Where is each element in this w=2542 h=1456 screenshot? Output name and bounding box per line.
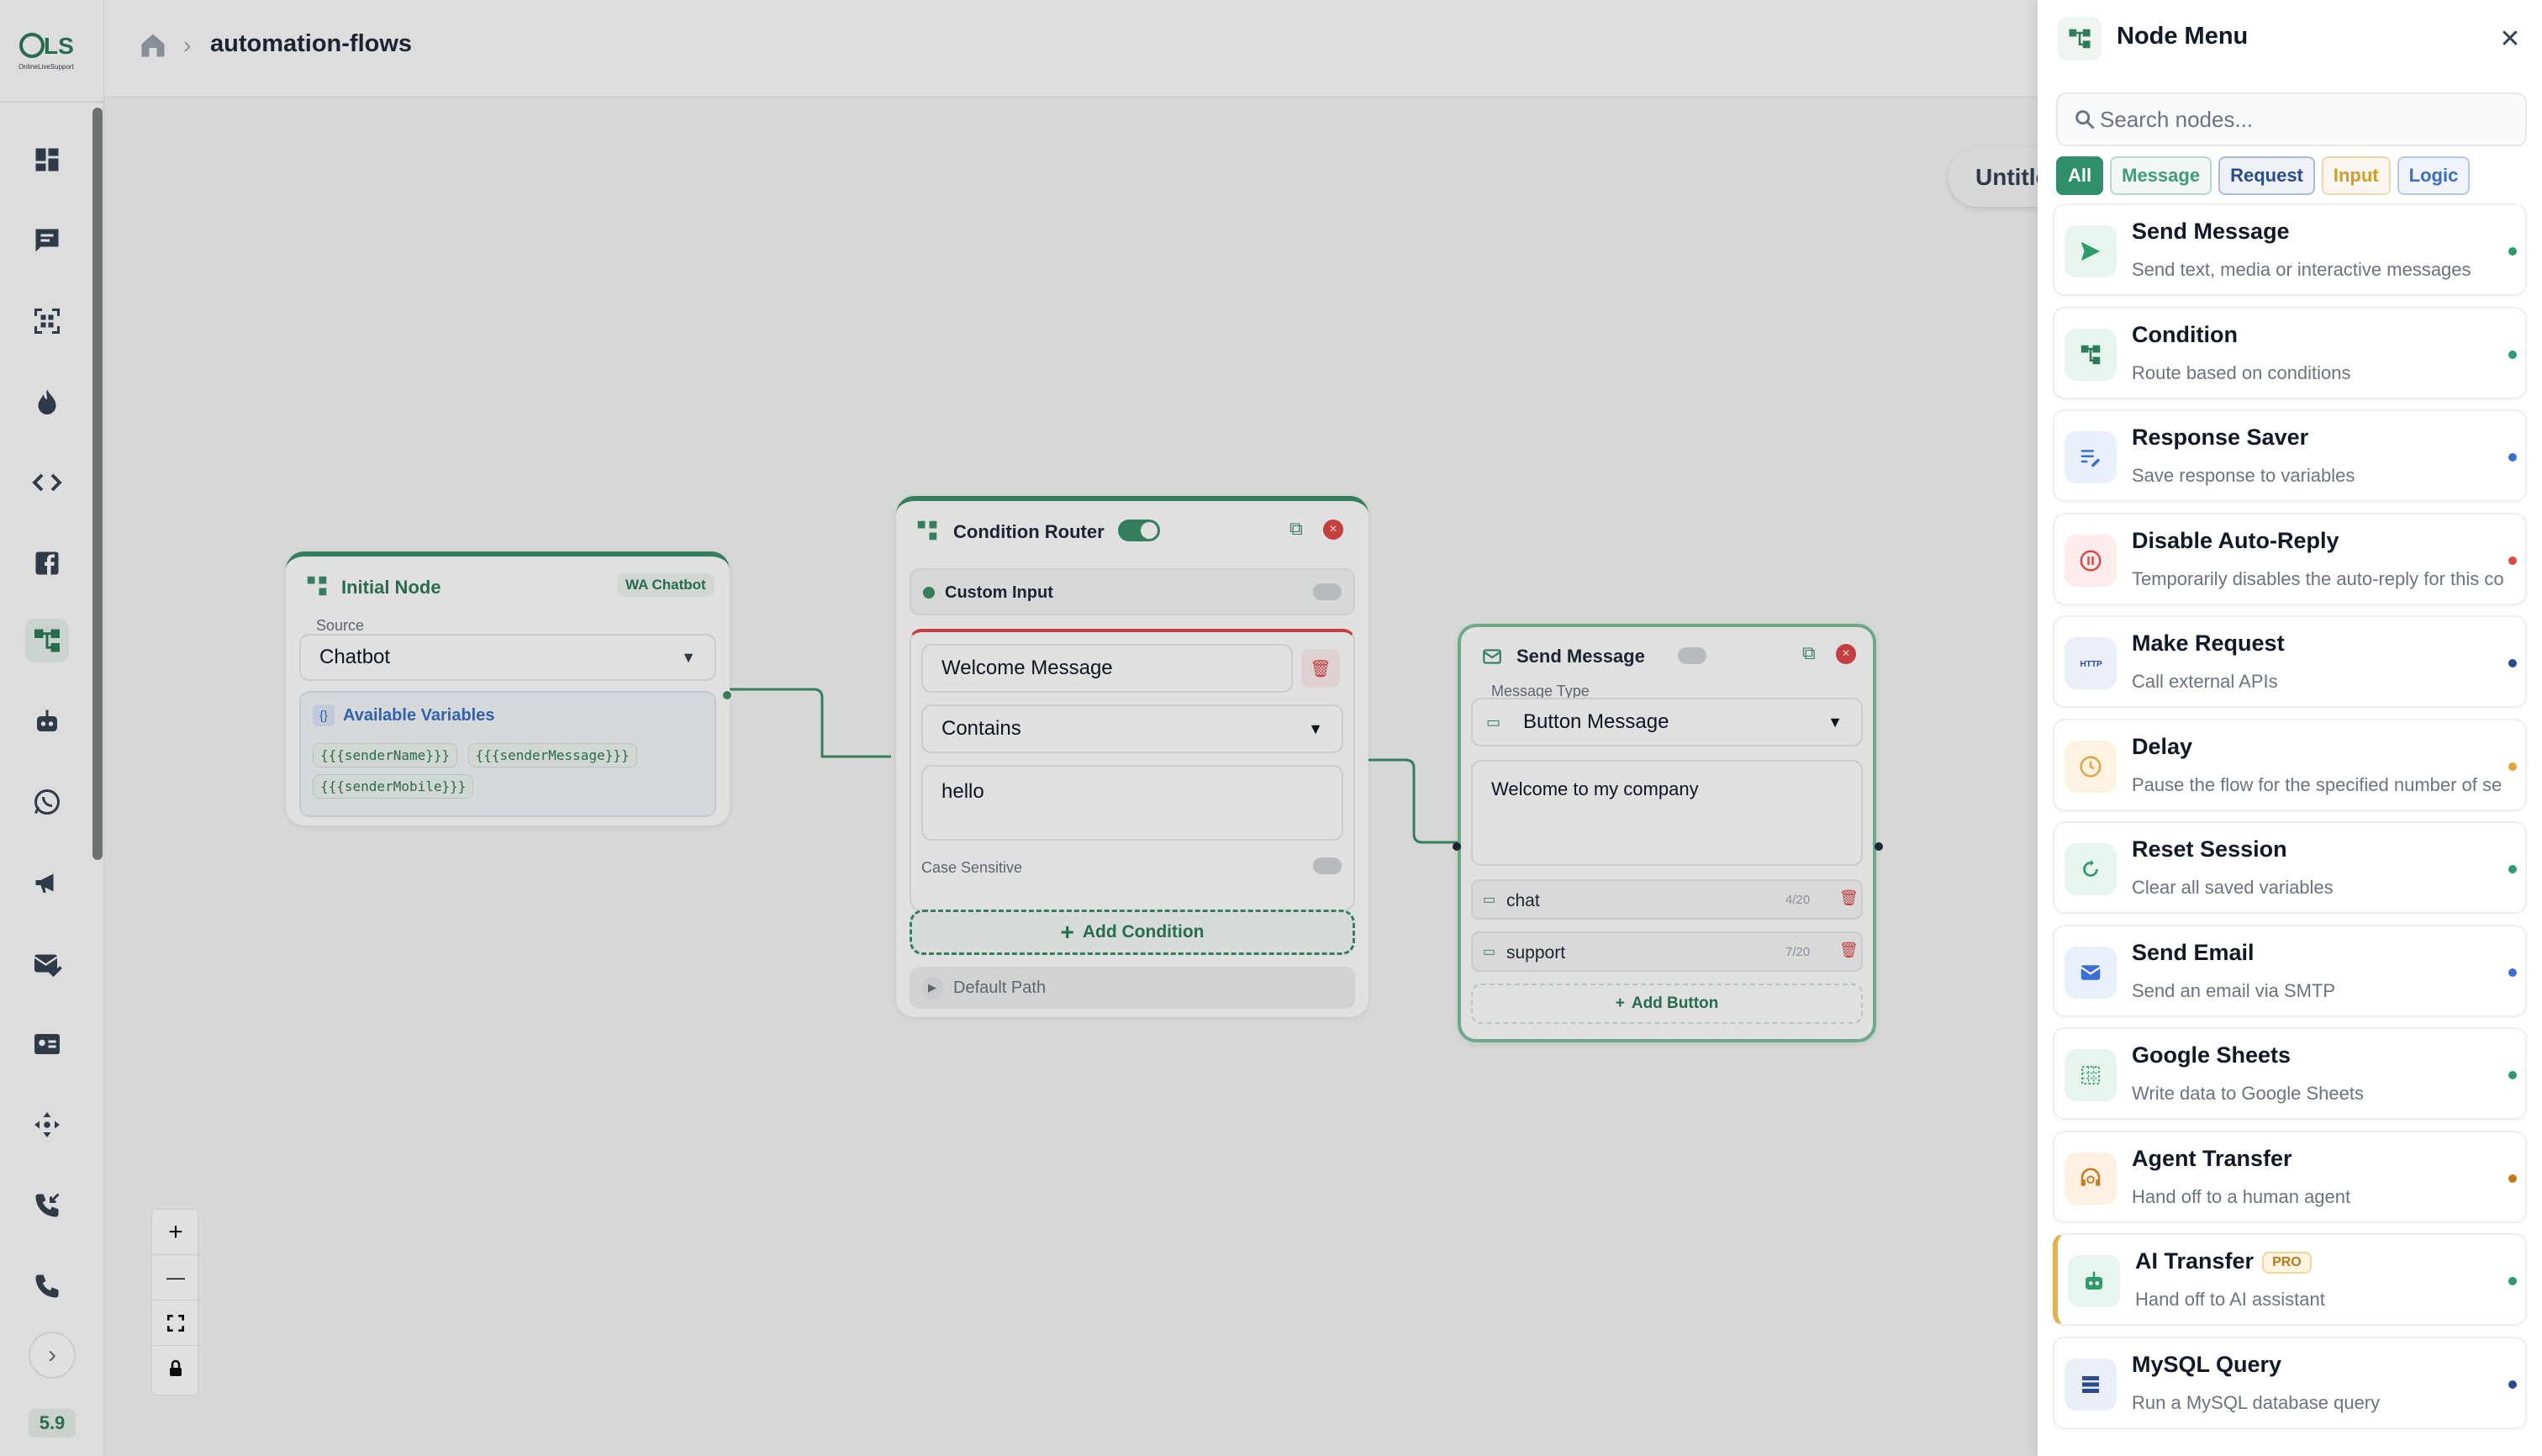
category-dot [2508,453,2517,462]
sheet-icon [2065,1049,2117,1101]
node-item-description: Clear all saved variables [2132,877,2334,898]
node-item-description: Run a MySQL database query [2132,1391,2381,1413]
node-item-response-saver[interactable]: Response Saver Save response to variables [2053,409,2527,502]
node-item-description: Temporarily disables the auto-reply for … [2132,567,2504,589]
node-item-ai-transfer[interactable]: AI Transfer PRO Hand off to AI assistant [2053,1233,2527,1326]
node-item-reset-session[interactable]: Reset Session Clear all saved variables [2053,821,2527,914]
close-icon[interactable]: ✕ [2492,20,2529,57]
node-item-description: Route based on conditions [2132,361,2351,383]
filter-request[interactable]: Request [2218,156,2315,195]
node-menu-panel: Node Menu ✕ AllMessageRequestInputLogic … [2038,0,2542,1456]
node-item-disable-auto-reply[interactable]: Disable Auto-Reply Temporarily disables t… [2053,512,2527,605]
search-icon [2075,110,2095,129]
node-item-title: Response Saver [2132,425,2309,450]
send-icon [2065,225,2117,277]
panel-header [2038,0,2542,76]
headset-icon [2065,1152,2117,1205]
node-list: Send Message Send text, media or interact… [2053,203,2540,1456]
reset-icon [2065,843,2117,895]
category-dot [2508,1174,2517,1183]
filter-message[interactable]: Message [2110,156,2212,195]
node-item-send-message[interactable]: Send Message Send text, media or interact… [2053,203,2527,296]
panel-title: Node Menu [2117,23,2249,50]
category-dot [2508,659,2517,667]
category-dot [2508,968,2517,977]
node-item-title: Agent Transfer [2132,1145,2292,1171]
node-item-description: Save response to variables [2132,465,2355,486]
node-item-title: Reset Session [2132,836,2287,862]
category-dot [2508,556,2517,565]
node-item-description: Call external APIs [2132,671,2278,692]
node-item-agent-transfer[interactable]: Agent Transfer Hand off to a human agent [2053,1130,2527,1223]
search-input[interactable] [2100,99,2512,140]
category-dot [2508,1071,2517,1079]
filter-all[interactable]: All [2056,156,2104,195]
node-item-mysql-query[interactable]: MySQL Query Run a MySQL database query [2053,1336,2527,1429]
node-item-description: Hand off to a human agent [2132,1185,2351,1207]
node-item-description: Send an email via SMTP [2132,979,2336,1001]
category-dot [2508,1380,2517,1389]
filter-tabs: All Message Request Input Logic [2056,156,2471,195]
node-item-description: Pause the flow for the specified number … [2132,773,2502,795]
category-dot [2508,762,2517,771]
node-item-title: Send Email [2132,939,2255,965]
filter-input[interactable]: Input [2321,156,2391,195]
mail-icon [2065,946,2117,999]
node-item-delay[interactable]: Delay Pause the flow for the specified nu… [2053,718,2527,811]
node-item-title: AI Transfer PRO [2135,1248,2312,1274]
category-dot [2508,1277,2517,1285]
pause-icon [2065,534,2117,587]
svg-text:HTTP: HTTP [2081,660,2102,669]
clock-icon [2065,740,2117,793]
node-item-make-request[interactable]: HTTP Make Request Call external APIs [2053,615,2527,708]
node-item-title: Disable Auto-Reply [2132,527,2339,553]
node-item-description: Send text, media or interactive messages [2132,259,2471,280]
pro-badge: PRO [2262,1251,2312,1274]
category-dot [2508,350,2517,359]
filter-logic[interactable]: Logic [2397,156,2471,195]
node-item-description: Hand off to AI assistant [2135,1289,2325,1310]
branch-icon [2065,328,2117,381]
node-item-title: Make Request [2132,630,2285,656]
node-item-google-sheets[interactable]: Google Sheets Write data to Google Sheets [2053,1027,2527,1120]
http-icon: HTTP [2065,637,2117,689]
node-item-title: Google Sheets [2132,1042,2291,1068]
category-dot [2508,247,2517,256]
robot-icon [2068,1255,2120,1307]
node-item-title: Condition [2132,321,2238,347]
database-icon [2065,1358,2117,1411]
node-item-title: Send Message [2132,219,2290,244]
edit-list-icon [2065,431,2117,483]
node-item-condition[interactable]: Condition Route based on conditions [2053,306,2527,399]
node-item-title: Delay [2132,733,2193,759]
flow-icon [2058,17,2102,61]
node-item-send-email[interactable]: Send Email Send an email via SMTP [2053,924,2527,1017]
node-item-description: Write data to Google Sheets [2132,1083,2364,1104]
category-dot [2508,865,2517,873]
node-item-title: MySQL Query [2132,1351,2282,1377]
